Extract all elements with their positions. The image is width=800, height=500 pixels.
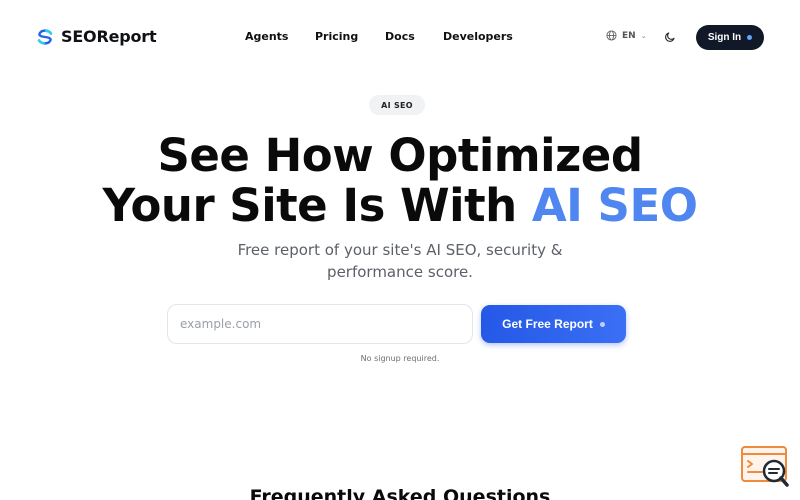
no-signup-note: No signup required. xyxy=(360,354,440,363)
sign-in-label: Sign In xyxy=(707,32,742,43)
hero-headline-line2: Your Site Is With AI SEO xyxy=(0,183,800,228)
sign-in-button[interactable]: Sign In xyxy=(696,25,764,50)
hero-subtitle-line2: performance score. xyxy=(327,263,473,281)
nav-item-docs[interactable]: Docs xyxy=(385,30,415,43)
status-dot xyxy=(747,35,753,40)
chevron-down-icon: ⌄ xyxy=(640,31,647,40)
brand-logo[interactable]: SEOReport xyxy=(36,27,157,46)
hero-badge: AI SEO xyxy=(369,95,425,115)
top-nav: SEOReport Agents Pricing Docs Developers… xyxy=(0,0,800,74)
language-selector[interactable]: EN ⌄ xyxy=(606,30,647,41)
nav-item-agents[interactable]: Agents xyxy=(245,30,288,43)
headline-accent: AI SEO xyxy=(531,179,698,232)
seoreport-logo-icon xyxy=(37,28,53,45)
language-label: EN xyxy=(622,30,636,41)
code-search-icon[interactable] xyxy=(740,444,790,490)
hero-headline-line1: See How Optimized xyxy=(157,129,643,182)
hero-subtitle-line1: Free report of your site's AI SEO, secur… xyxy=(237,241,563,259)
get-free-report-button[interactable]: Get Free Report xyxy=(481,305,626,343)
cta-dot xyxy=(599,321,605,327)
brand-name: SEOReport xyxy=(61,27,157,46)
nav-item-developers[interactable]: Developers xyxy=(443,30,513,43)
url-input[interactable] xyxy=(167,304,473,344)
faq-title: Frequently Asked Questions xyxy=(249,486,551,500)
nav-item-pricing[interactable]: Pricing xyxy=(315,30,358,43)
globe-icon xyxy=(606,30,617,41)
moon-icon[interactable] xyxy=(664,31,676,43)
headline-prefix: Your Site Is With xyxy=(102,179,532,232)
cta-label: Get Free Report xyxy=(502,317,593,331)
